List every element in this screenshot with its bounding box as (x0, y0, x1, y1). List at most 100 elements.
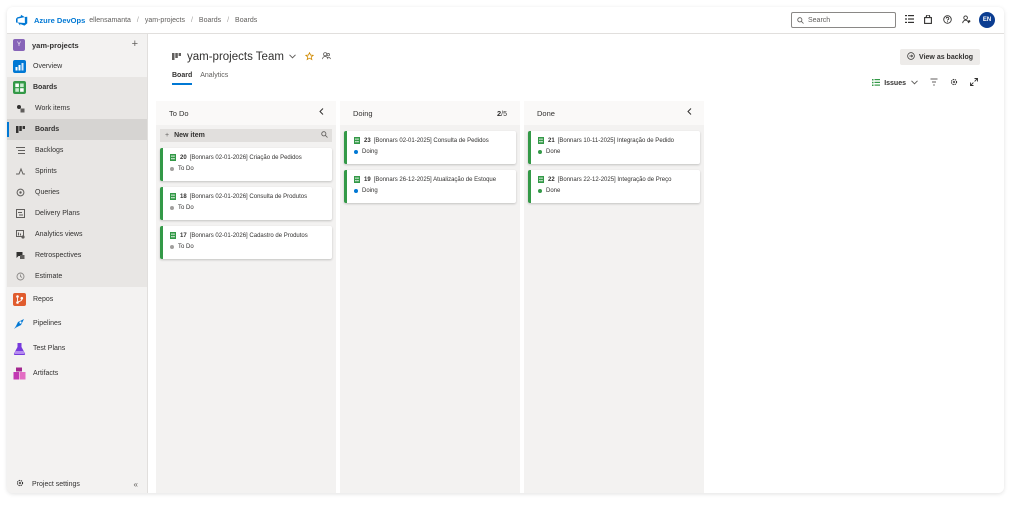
sidebar-item-label: Artifacts (33, 370, 59, 377)
sidebar-item-queries[interactable]: Queries (7, 182, 147, 203)
work-item-card[interactable]: 19 [Bonnars 26-12-2025] Atualização de E… (344, 170, 516, 203)
work-item-title[interactable]: [Bonnars 02-01-2026] Cadastro de Produto… (190, 232, 308, 240)
work-item-state[interactable]: Done (538, 149, 694, 155)
help-icon[interactable] (942, 14, 952, 24)
sidebar-item-label: Repos (33, 296, 54, 303)
state-dot (170, 167, 174, 171)
sidebar-item-delivery-plans[interactable]: Delivery Plans (7, 203, 147, 224)
team-selector[interactable]: yam-projects Team (172, 51, 331, 63)
work-item-card[interactable]: 18 [Bonnars 02-01-2026] Consulta de Prod… (160, 187, 332, 220)
work-item-id: 20 (180, 155, 187, 161)
sidebar-item-estimate[interactable]: Estimate (7, 266, 147, 287)
column-header[interactable]: Done (524, 101, 704, 125)
team-name: yam-projects Team (187, 51, 284, 63)
board-toolbar: Issues (872, 78, 978, 88)
state-label: Doing (362, 188, 378, 194)
work-item-state[interactable]: To Do (170, 244, 326, 250)
queries-icon (16, 188, 25, 197)
sidebar-item-label: Boards (33, 84, 58, 91)
work-item-title[interactable]: [Bonnars 02-01-2025] Consulta de Pedidos (374, 137, 489, 145)
list-settings-icon[interactable] (904, 14, 914, 24)
work-item-card[interactable]: 21 [Bonnars 10-11-2025] Integração de Pe… (528, 131, 700, 164)
breadcrumb-boards-page[interactable]: Boards (235, 17, 257, 24)
arrow-circle-icon (907, 52, 915, 62)
collapse-column-icon[interactable] (687, 108, 692, 117)
column-title: To Do (169, 108, 189, 118)
breadcrumb-separator: / (136, 16, 139, 24)
search-placeholder: Search (808, 16, 831, 24)
breadcrumb-org[interactable]: ellensamanta (89, 17, 131, 24)
column-header[interactable]: Doing 2/5 (340, 101, 520, 125)
shopping-bag-icon[interactable] (923, 14, 933, 24)
sidebar-item-pipelines[interactable]: Pipelines (7, 311, 147, 336)
user-settings-icon[interactable] (961, 14, 971, 24)
state-dot (538, 189, 542, 193)
state-dot (354, 189, 358, 193)
sidebar-item-work-items[interactable]: Work items (7, 98, 147, 119)
fullscreen-icon[interactable] (970, 78, 978, 88)
card-title-row: 22 [Bonnars 22-12-2025] Integração de Pr… (538, 176, 694, 184)
work-item-state[interactable]: To Do (170, 205, 326, 211)
work-item-card[interactable]: 22 [Bonnars 22-12-2025] Integração de Pr… (528, 170, 700, 203)
card-title-row: 23 [Bonnars 02-01-2025] Consulta de Pedi… (354, 137, 510, 145)
add-icon[interactable]: + (132, 38, 138, 50)
work-item-title[interactable]: [Bonnars 10-11-2025] Integração de Pedid… (558, 137, 674, 145)
project-settings-label: Project settings (32, 480, 80, 488)
work-item-id: 17 (180, 233, 187, 239)
work-item-title[interactable]: [Bonnars 02-01-2026] Consulta de Produto… (190, 193, 307, 201)
board-icon (16, 125, 25, 134)
search-input[interactable]: Search (791, 12, 896, 28)
work-item-card[interactable]: 23 [Bonnars 02-01-2025] Consulta de Pedi… (344, 131, 516, 164)
sidebar-item-artifacts[interactable]: Artifacts (7, 361, 147, 386)
avatar[interactable]: EN (979, 12, 995, 28)
new-item-button[interactable]: + New item (160, 129, 332, 142)
breadcrumb-project[interactable]: yam-projects (145, 17, 185, 24)
issue-icon (538, 176, 544, 183)
card-title-row: 21 [Bonnars 10-11-2025] Integração de Pe… (538, 137, 694, 145)
brand-link[interactable]: Azure DevOps (34, 16, 85, 25)
board-column-doing: Doing 2/5 23 [Bonnars 02-01-2025] Consul… (340, 101, 520, 493)
work-item-state[interactable]: To Do (170, 166, 326, 172)
gear-icon[interactable] (950, 78, 958, 88)
tab-analytics[interactable]: Analytics (200, 72, 228, 85)
breadcrumb-boards-hub[interactable]: Boards (199, 17, 221, 24)
sidebar-item-repos[interactable]: Repos (7, 288, 147, 311)
work-item-title[interactable]: [Bonnars 26-12-2025] Atualização de Esto… (374, 176, 496, 184)
collapse-sidebar-icon[interactable]: « (134, 480, 138, 489)
sidebar-item-overview[interactable]: Overview (7, 56, 147, 77)
filter-icon[interactable] (930, 78, 938, 88)
board-column-todo: To Do + New item 20 [Bonnars 02-01-2026]… (156, 101, 336, 493)
sidebar-item-boards[interactable]: Boards (7, 119, 147, 140)
column-header[interactable]: To Do (156, 101, 336, 125)
backlog-level-selector[interactable]: Issues (872, 78, 918, 88)
favorite-star-icon[interactable] (304, 51, 315, 63)
sidebar-item-label: Work items (35, 105, 70, 112)
sidebar-item-boards-section[interactable]: Boards (7, 77, 147, 98)
tab-board[interactable]: Board (172, 72, 193, 85)
sidebar-item-test-plans[interactable]: Test Plans (7, 336, 147, 361)
view-as-backlog-button[interactable]: View as backlog (900, 49, 980, 65)
hub-header: yam-projects Team Board Analytics View a… (148, 34, 1004, 101)
work-item-id: 18 (180, 194, 187, 200)
work-item-state[interactable]: Doing (354, 188, 510, 194)
team-members-icon[interactable] (322, 52, 331, 62)
delivery-plans-icon (16, 209, 25, 218)
sidebar-item-analytics-views[interactable]: Analytics views (7, 224, 147, 245)
project-settings[interactable]: Project settings « (7, 475, 148, 493)
collapse-column-icon[interactable] (319, 108, 324, 117)
azure-devops-logo-icon[interactable] (16, 14, 28, 26)
project-header[interactable]: Y yam-projects + (7, 34, 147, 56)
work-item-state[interactable]: Done (538, 188, 694, 194)
state-label: To Do (178, 205, 194, 211)
sidebar-item-sprints[interactable]: Sprints (7, 161, 147, 182)
work-item-card[interactable]: 17 [Bonnars 02-01-2026] Cadastro de Prod… (160, 226, 332, 259)
work-item-state[interactable]: Doing (354, 149, 510, 155)
work-item-card[interactable]: 20 [Bonnars 02-01-2026] Criação de Pedid… (160, 148, 332, 181)
work-item-title[interactable]: [Bonnars 22-12-2025] Integração de Preço (558, 176, 672, 184)
work-item-id: 22 (548, 177, 555, 183)
work-item-title[interactable]: [Bonnars 02-01-2026] Criação de Pedidos (190, 154, 302, 162)
search-icon[interactable] (321, 131, 328, 140)
sidebar-item-retrospectives[interactable]: Retrospectives (7, 245, 147, 266)
chevron-down-icon (911, 79, 918, 87)
sidebar-item-backlogs[interactable]: Backlogs (7, 140, 147, 161)
